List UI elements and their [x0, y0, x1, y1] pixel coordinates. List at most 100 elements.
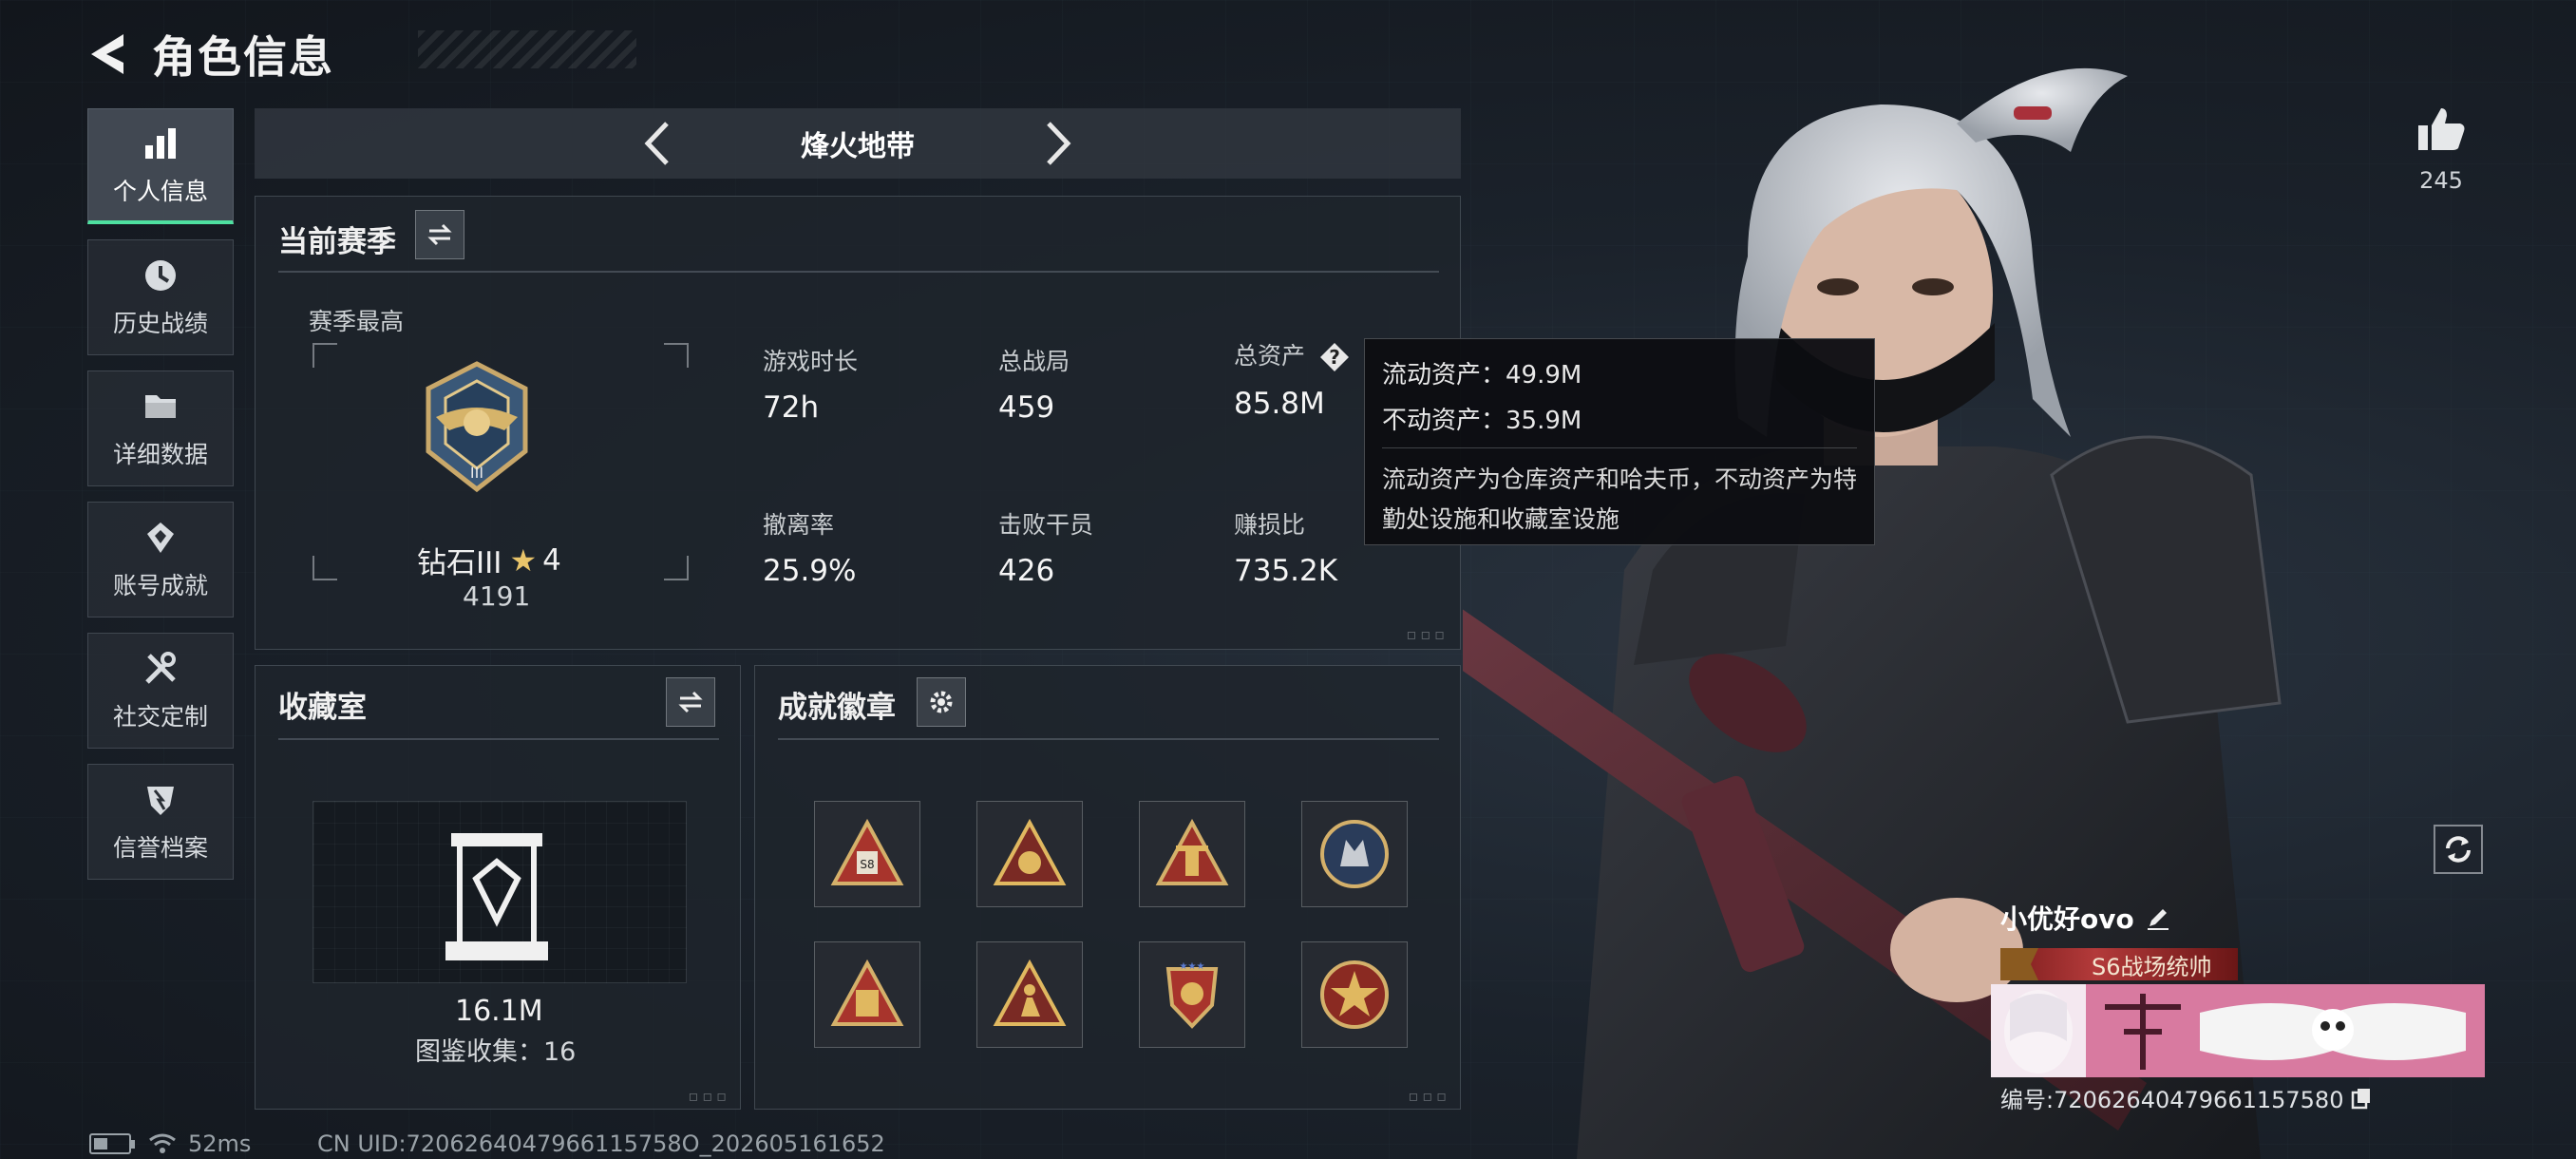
player-title: S6战场统帅: [2092, 953, 2212, 980]
badge-wolf-round[interactable]: [1301, 801, 1408, 907]
panel-corner-marks: ▫▫▫: [1408, 1087, 1450, 1105]
panel-corner-marks: ▫▫▫: [1406, 625, 1449, 643]
divider: [278, 738, 719, 740]
shield-icon: [141, 780, 180, 820]
shield-badge-icon: ★★★: [1165, 961, 1219, 1029]
mode-switcher: 烽火地带: [255, 108, 1461, 179]
assets-tooltip: 流动资产：49.9M 不动资产：35.9M 流动资产为仓库资产和哈夫币，不动资产…: [1364, 338, 1875, 545]
stat-kills: 击败干员 426: [998, 506, 1093, 588]
sidebar-item-label: 历史战绩: [112, 310, 208, 337]
vault-switch-button[interactable]: [666, 677, 715, 727]
player-name: 小优好ovo: [2000, 903, 2134, 935]
back-button[interactable]: [85, 30, 127, 78]
badges-settings-button[interactable]: [917, 677, 966, 727]
like-button[interactable]: 245: [2413, 103, 2470, 194]
stat-profit-ratio: 赚损比 735.2K: [1234, 506, 1337, 588]
stat-label: 赚损比: [1234, 511, 1306, 539]
player-name-row: 小优好ovo: [2000, 899, 2172, 937]
stat-extract-rate: 撤离率 25.9%: [763, 506, 856, 588]
sidebar-item-label: 社交定制: [112, 703, 208, 731]
triangle-badge-icon: [830, 959, 904, 1026]
next-mode-button[interactable]: [1033, 120, 1081, 167]
stat-value: 25.9%: [763, 554, 857, 588]
stat-value: 459: [998, 390, 1055, 425]
like-count: 245: [2419, 167, 2463, 194]
badge-figure-triangle[interactable]: [976, 941, 1083, 1048]
sidebar-item-social[interactable]: 社交定制: [87, 633, 234, 749]
tooltip-divider: [1382, 447, 1857, 448]
rank-name: 钻石III ★ 4: [417, 539, 561, 581]
badge-tower-triangle[interactable]: [1139, 801, 1245, 907]
badge-box-triangle[interactable]: [814, 941, 920, 1048]
stat-value: 85.8M: [1234, 387, 1325, 421]
triangle-badge-icon: [993, 818, 1067, 885]
tooltip-description: 流动资产为仓库资产和哈夫币，不动资产为特勤处设施和收藏室设施: [1382, 466, 1858, 533]
folder-icon: [141, 387, 180, 427]
badge-s8-triangle[interactable]: S8: [814, 801, 920, 907]
sidebar-item-achievements[interactable]: 账号成就: [87, 502, 234, 618]
season-best-label: 赛季最高: [309, 308, 405, 335]
stat-label: 总战局: [998, 348, 1070, 375]
help-icon[interactable]: ?: [1318, 341, 1351, 373]
stat-label: 总资产: [1234, 342, 1306, 370]
rank-score: 4191: [463, 580, 531, 612]
divider: [278, 271, 1439, 273]
sidebar-item-label: 详细数据: [112, 441, 208, 468]
sidebar-item-reputation[interactable]: 信誉档案: [87, 764, 234, 880]
tooltip-fixed-assets: 不动资产：35.9M: [1382, 407, 1582, 435]
player-id-row: 编号:72062640479661157580: [2000, 1081, 2372, 1114]
season-title: 当前赛季: [278, 225, 396, 259]
badge-star-round[interactable]: [1301, 941, 1408, 1048]
round-badge-icon: [1320, 960, 1389, 1029]
round-badge-icon: [1320, 820, 1389, 888]
rank-name-text: 钻石III: [417, 546, 502, 580]
player-title-tag: S6战场统帅: [2000, 948, 2238, 980]
vault-panel[interactable]: 收藏室 16.1M 图鉴收集：16 ▫▫▫: [255, 665, 741, 1110]
stat-value: 72h: [763, 390, 820, 425]
sidebar-item-history[interactable]: 历史战绩: [87, 239, 234, 355]
stat-label-row: 总资产 ?: [1234, 337, 1351, 373]
chevron-right-icon: [1047, 122, 1071, 165]
vault-value: 16.1M: [455, 995, 543, 1028]
season-panel: 当前赛季 赛季最高 III 钻石III ★ 4 4191 游戏时长 72h 总战…: [255, 196, 1461, 650]
wifi-icon: [149, 1133, 176, 1153]
rank-emblem-icon: III: [426, 361, 528, 493]
badges-title: 成就徽章: [778, 691, 896, 725]
edit-icon[interactable]: [2144, 903, 2172, 932]
svg-text:★★★: ★★★: [1180, 961, 1205, 972]
sidebar-item-detailed-data[interactable]: 详细数据: [87, 370, 234, 486]
previous-mode-button[interactable]: [635, 120, 682, 167]
refresh-icon: [2446, 836, 2471, 863]
achievement-icon: [141, 518, 180, 558]
vault-icon: [445, 833, 548, 960]
battery-icon: [89, 1133, 135, 1154]
vault-title: 收藏室: [278, 691, 367, 725]
stat-value: 735.2K: [1234, 554, 1338, 588]
rank-emblem-icon: [2000, 948, 2038, 980]
uid-text: CN UID:7206264047966115758O_202605161652: [317, 1130, 885, 1157]
copy-icon[interactable]: [2351, 1087, 2372, 1110]
status-bar: 52ms: [89, 1130, 251, 1157]
stat-label: 撤离率: [763, 511, 835, 539]
mode-name: 烽火地带: [801, 130, 915, 163]
back-arrow-icon: [91, 34, 123, 74]
svg-text:III: III: [470, 464, 483, 482]
history-icon: [141, 256, 180, 295]
bar-chart-icon: [141, 124, 180, 163]
vault-collection-count: 图鉴收集：16: [415, 1037, 577, 1067]
player-banner: [1991, 984, 2485, 1077]
tools-icon: [141, 649, 180, 689]
stat-label: 击败干员: [998, 511, 1094, 539]
badge-gold-triangle[interactable]: [976, 801, 1083, 907]
stat-value: 426: [998, 554, 1055, 588]
swap-icon: [678, 691, 703, 713]
season-switch-button[interactable]: [415, 210, 464, 259]
badge-shield-stars[interactable]: ★★★: [1139, 941, 1245, 1048]
sidebar-item-personal-info[interactable]: 个人信息: [87, 108, 234, 224]
swap-icon: [427, 223, 452, 246]
refresh-button[interactable]: [2434, 825, 2483, 874]
stat-play-time: 游戏时长 72h: [763, 343, 858, 425]
gear-icon: [930, 691, 953, 713]
triangle-badge-icon: S8: [830, 818, 904, 885]
thumbs-up-icon: [2418, 108, 2465, 150]
